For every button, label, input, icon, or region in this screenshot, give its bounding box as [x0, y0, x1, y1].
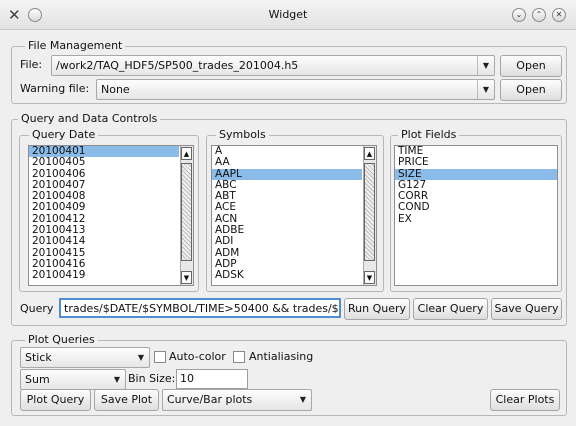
antialiasing-checkbox[interactable] — [233, 351, 245, 363]
query-label: Query — [20, 302, 54, 315]
warning-file-label: Warning file: — [20, 82, 90, 95]
window-title: Widget — [268, 8, 308, 21]
symbols-list[interactable]: A AA AAPL ABC ABT ACE ACN ADBE ADI ADM ADP ADSK ▲ ▼ — [211, 145, 377, 286]
query-data-controls-label: Query and Data Controls — [18, 112, 161, 125]
chevron-down-icon: ▼ — [137, 353, 145, 362]
plot-field-item[interactable]: PRICE — [395, 157, 557, 168]
open-file-button[interactable]: Open — [500, 55, 562, 77]
query-date-item[interactable]: 20100419 — [29, 270, 179, 281]
plot-queries-label: Plot Queries — [25, 333, 98, 346]
symbol-item[interactable]: ADI — [212, 236, 362, 247]
aggregation-value: Sum — [25, 373, 50, 386]
maximize-button[interactable]: ⌃ — [532, 8, 546, 22]
scroll-down-icon[interactable]: ▼ — [181, 271, 192, 284]
query-date-item[interactable]: 20100414 — [29, 236, 179, 247]
warning-file-combo-value: None — [101, 83, 130, 96]
chevron-down-icon: ▼ — [113, 375, 121, 384]
query-date-item[interactable]: 20100405 — [29, 157, 179, 168]
close-button[interactable]: ✕ — [552, 8, 566, 22]
query-input[interactable]: trades/$DATE/$SYMBOL/TIME>50400 && trade… — [59, 298, 341, 318]
clear-query-button[interactable]: Clear Query — [413, 298, 488, 320]
bin-size-input[interactable]: 10 — [176, 369, 248, 389]
plot-query-button[interactable]: Plot Query — [20, 389, 91, 411]
save-plot-button[interactable]: Save Plot — [94, 389, 159, 411]
auto-color-checkbox[interactable] — [154, 351, 166, 363]
plot-field-item[interactable]: COND — [395, 202, 557, 213]
chevron-down-icon: ▼ — [477, 80, 494, 99]
auto-color-label: Auto-color — [169, 350, 226, 363]
save-query-button[interactable]: Save Query — [491, 298, 562, 320]
scroll-thumb[interactable] — [364, 163, 375, 261]
clear-plots-button[interactable]: Clear Plots — [490, 389, 560, 411]
scroll-thumb[interactable] — [181, 163, 192, 261]
chevron-down-icon: ▼ — [477, 56, 494, 75]
symbol-item[interactable]: AA — [212, 157, 362, 168]
antialiasing-label: Antialiasing — [249, 350, 314, 363]
query-date-list[interactable]: 20100401 20100405 20100406 20100407 20100408… — [28, 145, 194, 286]
bin-size-label: Bin Size: — [128, 372, 176, 385]
scroll-up-icon[interactable]: ▲ — [364, 147, 375, 160]
chevron-down-icon: ▼ — [299, 395, 307, 404]
query-date-label: Query Date — [29, 128, 99, 141]
plot-type-value: Curve/Bar plots — [167, 393, 253, 406]
run-query-button[interactable]: Run Query — [344, 298, 410, 320]
plot-type-combo[interactable]: Curve/Bar plots ▼ — [162, 389, 312, 411]
symbol-item[interactable]: ADSK — [212, 270, 362, 281]
file-label: File: — [20, 58, 43, 71]
warning-file-combo[interactable]: None ▼ — [96, 79, 495, 100]
symbol-item[interactable]: A — [212, 146, 362, 157]
plot-fields-label: Plot Fields — [398, 128, 460, 141]
minimize-button[interactable]: ⌄ — [512, 8, 526, 22]
symbols-label: Symbols — [216, 128, 269, 141]
plot-fields-list[interactable]: TIME PRICE SIZE G127 CORR COND EX — [394, 145, 558, 286]
file-combo-value: /work2/TAQ_HDF5/SP500_trades_201004.h5 — [56, 59, 299, 72]
symbol-item[interactable]: ADBE — [212, 224, 362, 236]
scroll-up-icon[interactable]: ▲ — [181, 147, 192, 160]
scroll-down-icon[interactable]: ▼ — [364, 271, 375, 284]
open-warning-file-button[interactable]: Open — [500, 79, 562, 101]
aggregation-combo[interactable]: Sum ▼ — [20, 369, 126, 390]
plot-field-item[interactable]: EX — [395, 213, 557, 225]
plot-style-value: Stick — [25, 351, 52, 364]
file-management-label: File Management — [25, 39, 126, 52]
plot-style-combo[interactable]: Stick ▼ — [20, 347, 150, 368]
file-combo[interactable]: /work2/TAQ_HDF5/SP500_trades_201004.h5 ▼ — [51, 55, 495, 76]
